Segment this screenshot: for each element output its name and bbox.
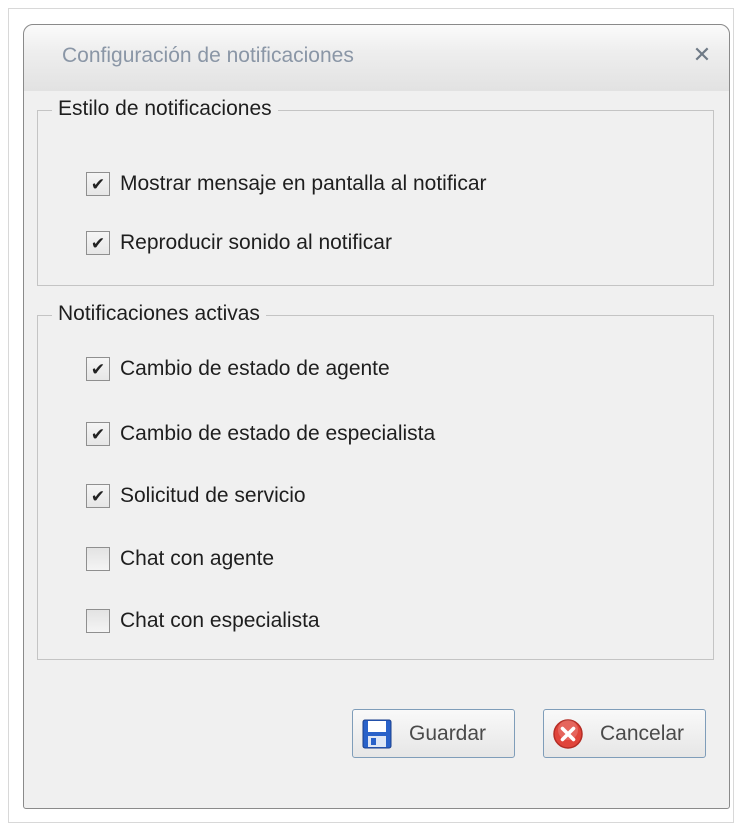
checkbox-specialist-status-change[interactable]: ✔ Cambio de estado de especialista bbox=[86, 419, 435, 449]
checkbox-box[interactable]: ✔ bbox=[86, 172, 110, 196]
checkbox-play-sound[interactable]: ✔ Reproducir sonido al notificar bbox=[86, 228, 392, 258]
checkbox-label[interactable]: Reproducir sonido al notificar bbox=[120, 231, 392, 255]
checkbox-box[interactable]: ✔ bbox=[86, 422, 110, 446]
red-x-circle-icon bbox=[553, 718, 583, 749]
checkbox-box[interactable] bbox=[86, 609, 110, 633]
save-button[interactable]: Guardar bbox=[352, 709, 515, 758]
checkbox-box[interactable]: ✔ bbox=[86, 484, 110, 508]
save-button-label[interactable]: Guardar bbox=[409, 722, 486, 746]
checkbox-agent-status-change[interactable]: ✔ Cambio de estado de agente bbox=[86, 354, 390, 384]
checkbox-chat-agent[interactable]: Chat con agente bbox=[86, 544, 274, 574]
checkbox-label[interactable]: Mostrar mensaje en pantalla al notificar bbox=[120, 172, 487, 196]
group-legend: Estilo de notificaciones bbox=[52, 97, 278, 121]
close-button[interactable]: ✕ bbox=[687, 40, 717, 70]
checkbox-box[interactable]: ✔ bbox=[86, 231, 110, 255]
group-active-notifications: Notificaciones activas ✔ Cambio de estad… bbox=[37, 302, 714, 660]
group-legend: Notificaciones activas bbox=[52, 302, 266, 326]
cancel-button-label[interactable]: Cancelar bbox=[600, 722, 684, 746]
close-icon[interactable]: ✕ bbox=[693, 42, 711, 68]
checkbox-box[interactable] bbox=[86, 547, 110, 571]
group-notification-style: Estilo de notificaciones ✔ Mostrar mensa… bbox=[37, 97, 714, 286]
checkbox-show-message[interactable]: ✔ Mostrar mensaje en pantalla al notific… bbox=[86, 169, 487, 199]
checkbox-label[interactable]: Chat con agente bbox=[120, 547, 274, 571]
floppy-disk-icon bbox=[362, 719, 392, 748]
checkbox-label[interactable]: Solicitud de servicio bbox=[120, 484, 306, 508]
checkbox-label[interactable]: Chat con especialista bbox=[120, 609, 320, 633]
title-bar: Configuración de notificaciones ✕ bbox=[24, 25, 729, 91]
checkbox-label[interactable]: Cambio de estado de agente bbox=[120, 357, 390, 381]
dialog-title: Configuración de notificaciones bbox=[62, 44, 354, 67]
cancel-button[interactable]: Cancelar bbox=[543, 709, 706, 758]
checkbox-box[interactable]: ✔ bbox=[86, 357, 110, 381]
notification-settings-dialog: Configuración de notificaciones ✕ Estilo… bbox=[23, 24, 730, 809]
checkbox-service-request[interactable]: ✔ Solicitud de servicio bbox=[86, 481, 306, 511]
checkbox-chat-specialist[interactable]: Chat con especialista bbox=[86, 606, 320, 636]
checkbox-label[interactable]: Cambio de estado de especialista bbox=[120, 422, 435, 446]
